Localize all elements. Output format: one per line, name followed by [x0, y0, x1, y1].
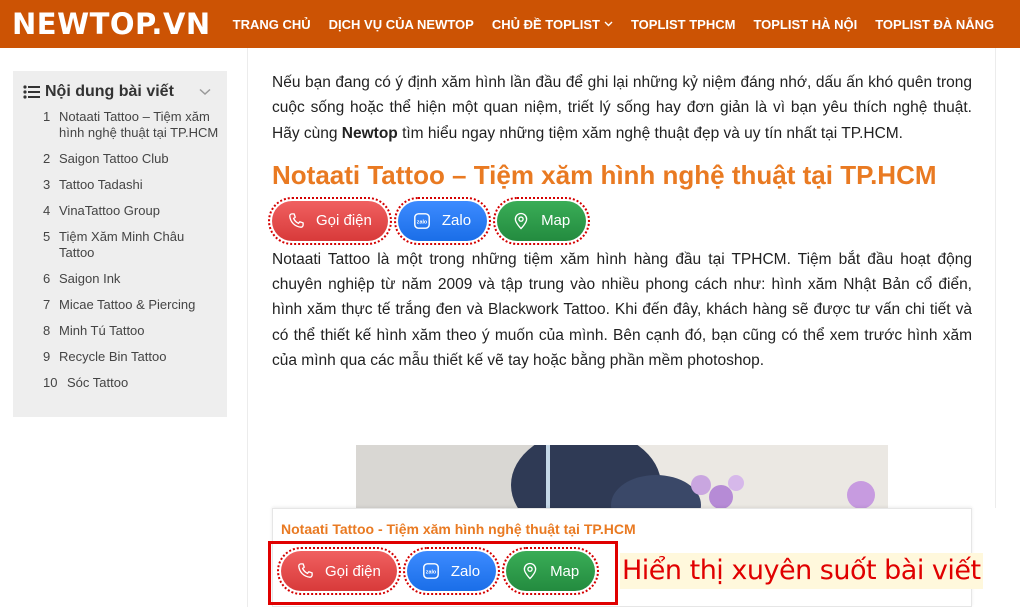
table-of-contents: Nội dung bài viết 1 Notaati Tattoo – Tiệm… — [13, 71, 227, 417]
nav-label: TOPLIST TPHCM — [630, 16, 736, 32]
column-divider — [995, 48, 996, 508]
chevron-down-icon[interactable] — [199, 85, 211, 99]
toc-item-number: 5 — [43, 229, 51, 244]
toc-item-number: 1 — [43, 109, 51, 124]
intro-paragraph: Nếu bạn đang có ý định xăm hình lần đầu … — [272, 70, 972, 146]
nav-label: TOPLIST ĐÀ NẴNG — [875, 16, 995, 32]
body-paragraph: Notaati Tattoo là một trong những tiệm x… — [272, 250, 972, 370]
svg-text:zalo: zalo — [417, 219, 428, 225]
column-divider — [247, 48, 248, 607]
call-button[interactable]: Gọi điện — [268, 196, 392, 245]
article-content: Nếu bạn đang có ý định xăm hình lần đầu … — [268, 70, 972, 373]
toc-item[interactable]: 6 Saigon Ink — [43, 271, 219, 287]
nav-item-topics[interactable]: CHỦ ĐỀ TOPLIST — [492, 17, 613, 32]
zalo-button-label: Zalo — [441, 212, 472, 230]
chevron-down-icon — [604, 19, 613, 30]
nav-item-services[interactable]: DỊCH VỤ CỦA NEWTOP — [329, 17, 474, 32]
toc-item[interactable]: 3 Tattoo Tadashi — [43, 177, 219, 193]
toc-item-label: Notaati Tattoo – Tiệm xăm hình nghệ thuậ… — [59, 109, 219, 140]
toc-item[interactable]: 7 Micae Tattoo & Piercing — [43, 297, 219, 313]
main-nav: TRANG CHỦ DỊCH VỤ CỦA NEWTOP CHỦ ĐỀ TOPL… — [233, 17, 1012, 32]
article-image — [356, 445, 888, 515]
toc-item-label: VinaTattoo Group — [59, 203, 160, 218]
contact-buttons: Gọi điện zalo Zalo Map — [268, 196, 972, 245]
list-icon — [23, 84, 41, 100]
toc-header[interactable]: Nội dung bài viết — [13, 71, 227, 101]
map-button-label: Map — [541, 212, 571, 230]
toc-item-label: Recycle Bin Tattoo — [59, 349, 167, 364]
call-button-label: Gọi điện — [316, 212, 372, 230]
zalo-button[interactable]: zalo Zalo — [393, 196, 492, 245]
intro-text: tìm hiểu ngay những tiệm xăm nghệ thuật … — [397, 124, 903, 142]
toc-item-label: Minh Tú Tattoo — [59, 323, 145, 338]
toc-item-number: 6 — [43, 271, 51, 286]
toc-item-label: Saigon Ink — [59, 271, 121, 286]
nav-item-toplist-hanoi[interactable]: TOPLIST HÀ NỘI — [753, 17, 857, 32]
toc-item-number: 7 — [43, 297, 51, 312]
toc-item[interactable]: 5 Tiệm Xăm Minh Châu Tattoo — [43, 229, 219, 261]
toc-item-label: Tattoo Tadashi — [59, 177, 143, 192]
toc-item-label: Sóc Tattoo — [67, 375, 129, 390]
toc-item-number: 2 — [43, 151, 51, 166]
phone-icon — [286, 211, 306, 231]
toc-item-number: 8 — [43, 323, 51, 338]
toc-item-label: Tiệm Xăm Minh Châu Tattoo — [59, 229, 185, 260]
map-pin-icon — [511, 211, 531, 231]
toc-item-number: 10 — [43, 375, 58, 390]
nav-label: TRANG CHỦ — [232, 16, 311, 32]
toc-list: 1 Notaati Tattoo – Tiệm xăm hình nghệ thu… — [13, 109, 227, 391]
nav-label: TOPLIST HÀ NỘI — [753, 16, 858, 32]
nav-item-toplist-hcm[interactable]: TOPLIST TPHCM — [631, 17, 735, 32]
highlight-box — [268, 541, 618, 605]
annotation-label: Hiển thị xuyên suốt bài viết — [620, 553, 983, 589]
site-logo[interactable]: NEWTOP.VN — [12, 7, 211, 41]
toc-item[interactable]: 8 Minh Tú Tattoo — [43, 323, 219, 339]
sticky-title: Notaati Tattoo - Tiệm xăm hình nghệ thuậ… — [281, 521, 636, 537]
nav-label: DỊCH VỤ CỦA NEWTOP — [328, 16, 474, 32]
nav-item-home[interactable]: TRANG CHỦ — [233, 17, 311, 32]
map-button[interactable]: Map — [493, 196, 591, 245]
toc-item[interactable]: 2 Saigon Tattoo Club — [43, 151, 219, 167]
nav-label: CHỦ ĐỀ TOPLIST — [491, 16, 600, 32]
toc-item[interactable]: 10 Sóc Tattoo — [43, 375, 219, 391]
toc-item-label: Saigon Tattoo Club — [59, 151, 169, 166]
toc-item[interactable]: 4 VinaTattoo Group — [43, 203, 219, 219]
section-heading: Notaati Tattoo – Tiệm xăm hình nghệ thuậ… — [272, 159, 937, 190]
nav-item-toplist-danang[interactable]: TOPLIST ĐÀ NẴNG — [875, 17, 994, 32]
site-header: NEWTOP.VN TRANG CHỦ DỊCH VỤ CỦA NEWTOP C… — [0, 0, 1020, 48]
toc-title: Nội dung bài viết — [45, 83, 174, 100]
toc-item-number: 3 — [43, 177, 51, 192]
zalo-icon: zalo — [412, 211, 432, 231]
brand-mention: Newtop — [341, 124, 398, 142]
toc-item[interactable]: 9 Recycle Bin Tattoo — [43, 349, 219, 365]
toc-item[interactable]: 1 Notaati Tattoo – Tiệm xăm hình nghệ thu… — [43, 109, 219, 141]
toc-item-number: 4 — [43, 203, 51, 218]
toc-item-number: 9 — [43, 349, 51, 364]
toc-item-label: Micae Tattoo & Piercing — [59, 297, 196, 312]
